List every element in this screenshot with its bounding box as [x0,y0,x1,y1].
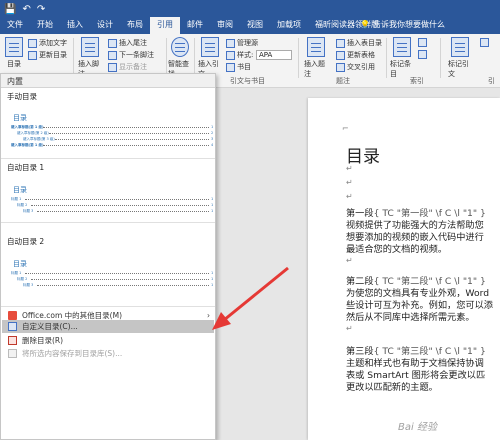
annotation-arrow [212,266,289,330]
watermark: Bai 经验 [398,422,437,433]
arrow-shaft [223,266,289,322]
